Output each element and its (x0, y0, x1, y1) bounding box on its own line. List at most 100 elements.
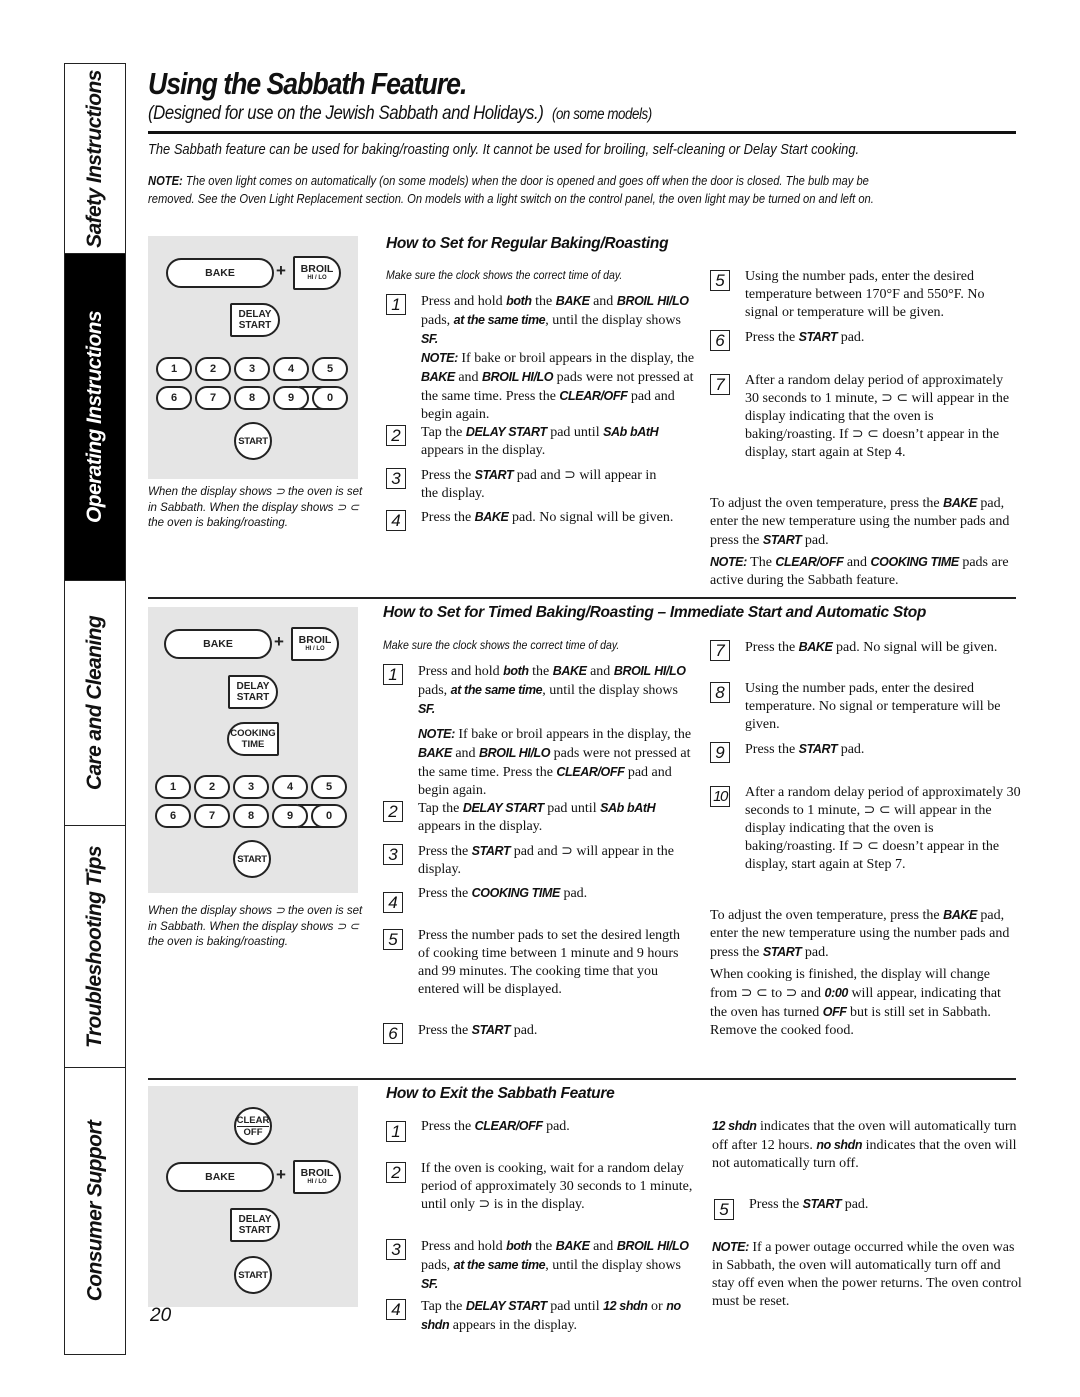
delay-start-pad[interactable]: DELAY START (228, 675, 278, 709)
intro-text: The Sabbath feature can be used for baki… (148, 141, 860, 158)
step-number: 5 (710, 270, 730, 291)
step-number: 4 (386, 510, 406, 531)
number-pad-6[interactable]: 6 (156, 386, 192, 410)
number-pad-7[interactable]: 7 (195, 386, 231, 410)
tab-consumer-support[interactable]: Consumer Support (65, 1068, 125, 1354)
number-pad-9[interactable]: 9 (272, 804, 308, 828)
timed-step-2: 2 Tap the DELAY START pad until SAb bAtH… (383, 799, 693, 836)
step-number: 1 (383, 664, 403, 685)
number-pad-3[interactable]: 3 (234, 357, 270, 381)
number-pad-7[interactable]: 7 (194, 804, 230, 828)
exit-step-2: 2 If the oven is cooking, wait for a ran… (386, 1160, 696, 1214)
broil-pad[interactable]: BROIL HI / LO (293, 256, 341, 290)
step-number: 7 (710, 374, 730, 395)
number-pad-2[interactable]: 2 (195, 357, 231, 381)
broil-pad[interactable]: BROIL HI / LO (291, 627, 339, 661)
cooking-time-pad[interactable]: COOKING TIME (227, 722, 279, 756)
exit-step-4: 4 Tap the DELAY START pad until 12 shdn … (386, 1297, 696, 1335)
page-subtitle: (Designed for use on the Jewish Sabbath … (148, 102, 652, 124)
number-pad-2[interactable]: 2 (194, 775, 230, 799)
section-heading-timed: How to Set for Timed Baking/Roasting – I… (383, 604, 927, 621)
timed-step-7: 7 Press the BAKE pad. No signal will be … (710, 638, 1020, 661)
number-pad-0[interactable]: 0 (312, 386, 348, 410)
number-pad-8[interactable]: 8 (233, 804, 269, 828)
step-number: 3 (383, 844, 403, 865)
section-tabs: Safety Instructions Operating Instructio… (64, 63, 126, 1355)
number-pad-4[interactable]: 4 (272, 775, 308, 799)
clear-off-pad[interactable]: CLEAR OFF (234, 1107, 272, 1145)
number-pad-9[interactable]: 9 (273, 386, 309, 410)
exit-step-5: 5 Press the START pad. (714, 1195, 1024, 1220)
timed-step-3: 3 Press the START pad and ⊃ will appear … (383, 842, 693, 879)
keypad-panel-exit: CLEAR OFF BAKE + BROIL HI / LO DELAY START … (148, 1086, 358, 1307)
bake-pad[interactable]: BAKE (164, 629, 272, 659)
clock-note-timed: Make sure the clock shows the correct ti… (383, 638, 620, 652)
start-pad[interactable]: START (234, 422, 272, 460)
timed-step-10: 10 After a random delay period of approx… (710, 784, 1022, 874)
keypad-panel-timed: BAKE + BROIL HI / LO DELAY START COOKING TI… (148, 607, 358, 893)
number-pad-8[interactable]: 8 (234, 386, 270, 410)
bake-pad[interactable]: BAKE (166, 1162, 274, 1192)
step-number: 1 (386, 1121, 406, 1142)
step-number: 8 (710, 682, 730, 703)
subtitle-note: (on some models) (551, 106, 652, 123)
tab-troubleshooting-tips[interactable]: Troubleshooting Tips (65, 826, 125, 1068)
step-number: 2 (383, 801, 403, 822)
section-divider (148, 1078, 1016, 1080)
broil-pad[interactable]: BROIL HI / LO (293, 1160, 341, 1194)
sabbath-display-caption: When the display shows ⊃ the oven is set… (148, 486, 363, 530)
step-number: 10 (710, 786, 730, 807)
step-number: 3 (386, 468, 406, 489)
step-number: 5 (383, 929, 403, 950)
delay-start-pad[interactable]: DELAY START (230, 303, 280, 337)
sabbath-display-caption: When the display shows ⊃ the oven is set… (148, 905, 363, 949)
delay-start-pad[interactable]: DELAY START (230, 1208, 280, 1242)
tab-care-and-cleaning[interactable]: Care and Cleaning (65, 581, 125, 826)
number-pad-5[interactable]: 5 (312, 357, 348, 381)
number-pad-3[interactable]: 3 (233, 775, 269, 799)
header-rule (148, 131, 1016, 134)
section-heading-exit: How to Exit the Sabbath Feature (386, 1085, 615, 1102)
timed-step-8: 8 Using the number pads, enter the desir… (710, 680, 1020, 734)
number-pad-6[interactable]: 6 (155, 804, 191, 828)
tab-operating-instructions[interactable]: Operating Instructions (65, 254, 125, 581)
section-divider (148, 597, 1016, 599)
start-pad[interactable]: START (233, 840, 271, 878)
shutdown-options-note: 12 shdn indicates that the oven will aut… (712, 1119, 1017, 1171)
page-number: 20 (150, 1305, 172, 1326)
timed-step-5: 5 Press the number pads to set the desir… (383, 927, 693, 999)
regular-step-3: 3 Press the START pad and ⊃ will appear … (386, 466, 676, 503)
step-number: 3 (386, 1239, 406, 1260)
step-number: 4 (383, 892, 403, 913)
step-number: 6 (710, 330, 730, 351)
number-pad-5[interactable]: 5 (311, 775, 347, 799)
regular-step-7: 7 After a random delay period of approxi… (710, 372, 1020, 462)
clock-note-regular: Make sure the clock shows the correct ti… (386, 268, 623, 282)
power-outage-note: NOTE: If a power outage occurred while t… (712, 1240, 1022, 1309)
intro-note: NOTE: The oven light comes on automatica… (148, 173, 874, 206)
exit-step-1: 1 Press the CLEAR/OFF pad. (386, 1117, 696, 1142)
regular-step-5: 5 Using the number pads, enter the desir… (710, 268, 1020, 322)
bake-pad[interactable]: BAKE (166, 258, 274, 288)
step-number: 5 (714, 1199, 734, 1220)
regular-step-1: 1 Press and hold both the BAKE and BROIL… (386, 292, 696, 424)
regular-active-pads-note: NOTE: The CLEAR/OFF and COOKING TIME pad… (710, 555, 1009, 588)
start-pad[interactable]: START (234, 1256, 272, 1294)
timed-step-9: 9 Press the START pad. (710, 740, 1020, 763)
page-title: Using the Sabbath Feature. (148, 66, 467, 101)
number-pad-1[interactable]: 1 (155, 775, 191, 799)
regular-step-4: 4 Press the BAKE pad. No signal will be … (386, 508, 676, 531)
step-number: 9 (710, 742, 730, 763)
number-pad-0[interactable]: 0 (311, 804, 347, 828)
number-pad-4[interactable]: 4 (273, 357, 309, 381)
keypad-panel-regular: BAKE + BROIL HI / LO DELAY START 1 2 3 4 5… (148, 236, 358, 479)
step-number: 7 (710, 640, 730, 661)
tab-safety-instructions[interactable]: Safety Instructions (65, 64, 125, 254)
number-pad-1[interactable]: 1 (156, 357, 192, 381)
regular-step-2: 2 Tap the DELAY START pad until SAb bAtH… (386, 423, 676, 460)
timed-step-6: 6 Press the START pad. (383, 1021, 693, 1044)
plus-sign: + (276, 261, 286, 280)
timed-step-4: 4 Press the COOKING TIME pad. (383, 884, 693, 913)
plus-sign: + (274, 632, 284, 651)
section-heading-regular: How to Set for Regular Baking/Roasting (386, 235, 669, 252)
